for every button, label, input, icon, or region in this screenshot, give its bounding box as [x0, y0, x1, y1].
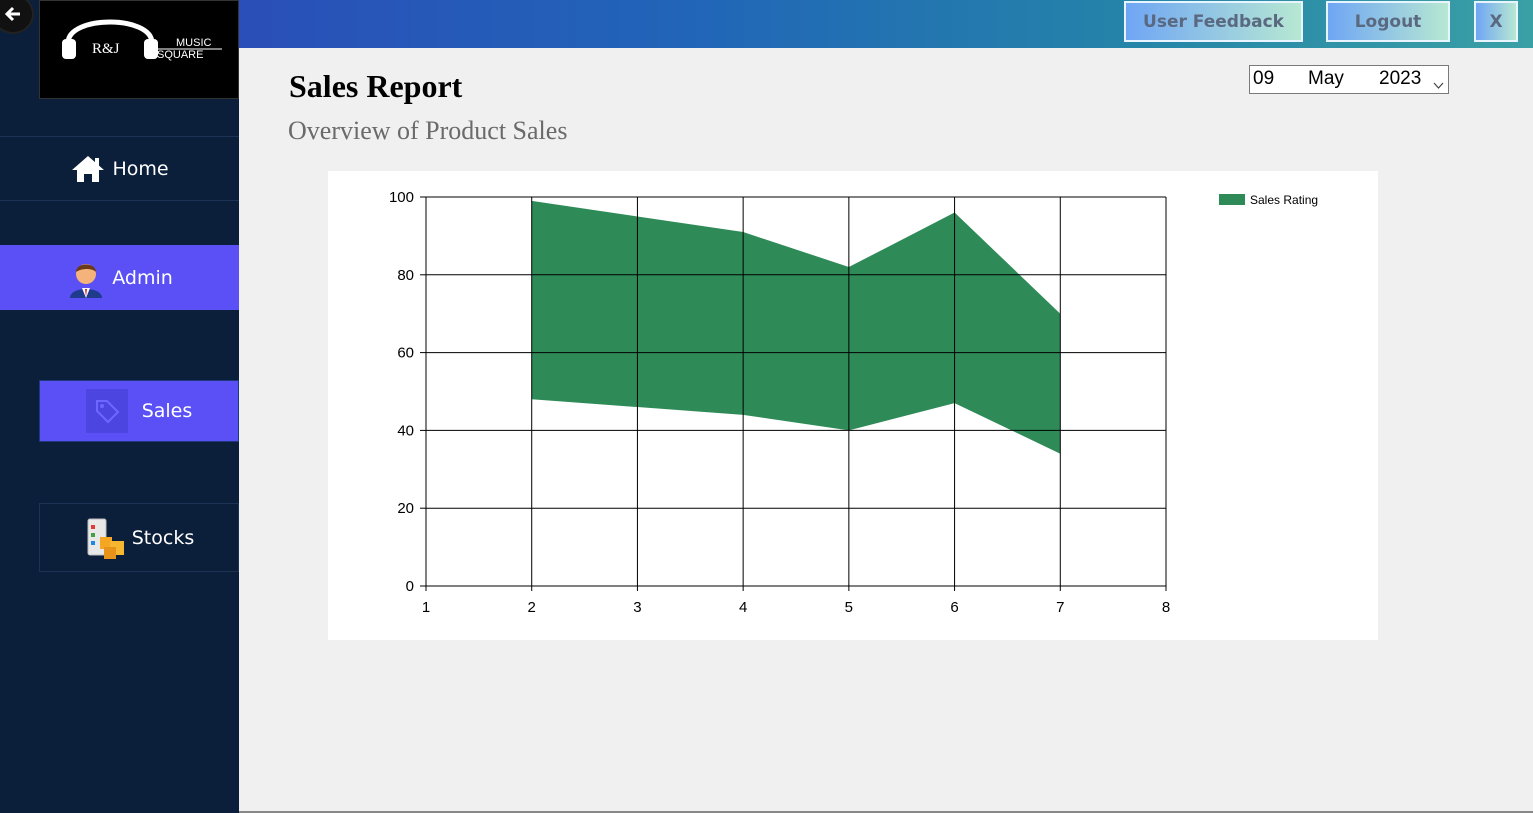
x-tick-label: 7 [1056, 599, 1064, 616]
legend-label: Sales Rating [1250, 193, 1318, 207]
date-month: May [1308, 68, 1344, 89]
back-button[interactable] [0, 0, 34, 34]
area-series-sales-rating [531, 200, 1061, 454]
y-tick-label: 20 [397, 500, 414, 517]
x-tick-label: 4 [739, 599, 747, 616]
y-tick-label: 0 [406, 578, 414, 595]
x-tick-label: 2 [528, 599, 536, 616]
y-tick-label: 80 [397, 267, 414, 284]
headphones-logo: R&J MUSIC SQUARE [62, 19, 222, 61]
x-tick-label: 1 [422, 599, 430, 616]
date-year: 2023 [1379, 68, 1422, 89]
sidebar-item-label: Admin [112, 266, 173, 289]
logout-button[interactable]: Logout [1326, 1, 1450, 42]
y-tick-label: 100 [389, 189, 414, 206]
tag-icon [85, 389, 128, 433]
svg-text:SQUARE: SQUARE [157, 49, 203, 61]
date-picker[interactable]: 09 May 2023 [1249, 65, 1449, 94]
legend-swatch [1219, 194, 1245, 205]
svg-text:R&J: R&J [92, 41, 120, 57]
x-tick-label: 6 [950, 599, 958, 616]
x-tick-label: 8 [1162, 599, 1170, 616]
x-tick-label: 5 [845, 599, 853, 616]
sidebar-item-label: Sales [141, 400, 193, 422]
sidebar-item-home[interactable]: Home [0, 136, 239, 201]
sidebar-item-label: Stocks [131, 526, 195, 549]
sidebar-item-label: Home [112, 157, 169, 180]
admin-avatar-icon [70, 263, 103, 298]
page-subtitle: Overview of Product Sales [288, 116, 568, 145]
sidebar: R&J MUSIC SQUARE Home Admin Sales Stocks [0, 0, 239, 813]
app-logo: R&J MUSIC SQUARE [39, 0, 239, 99]
svg-text:MUSIC: MUSIC [176, 37, 212, 49]
y-tick-label: 60 [397, 345, 414, 362]
sidebar-item-admin[interactable]: Admin [0, 245, 239, 310]
date-day: 09 [1253, 68, 1275, 89]
x-tick-label: 3 [633, 599, 641, 616]
chart-svg: 1 2 3 4 5 6 7 8020406080100 Sales Rating [389, 189, 1318, 616]
stocks-icon [87, 518, 124, 559]
home-icon [72, 155, 105, 182]
chevron-down-icon[interactable] [1433, 74, 1444, 96]
sales-chart: 1 2 3 4 5 6 7 8 0 20 40 60 80 100 Sales Rating [328, 171, 1378, 640]
back-arrow-icon [4, 6, 20, 22]
y-tick-label: 40 [397, 422, 414, 439]
sidebar-item-stocks[interactable]: Stocks [39, 503, 239, 572]
sidebar-item-sales[interactable]: Sales [39, 380, 239, 442]
user-feedback-button[interactable]: User Feedback [1124, 1, 1303, 42]
close-button[interactable]: X [1474, 1, 1518, 42]
page-title: Sales Report [289, 68, 463, 104]
